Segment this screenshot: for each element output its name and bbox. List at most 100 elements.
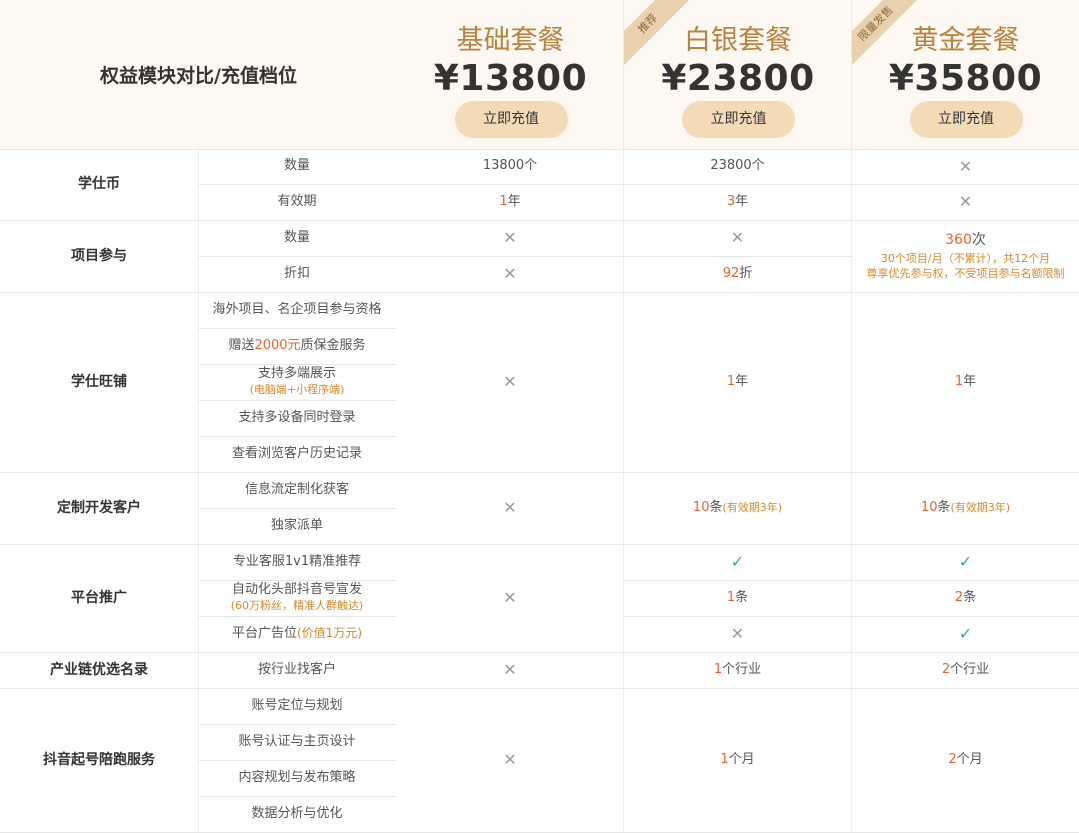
silver-promo-3: ✕ xyxy=(624,616,851,652)
feature-highlight: 2000元 xyxy=(254,337,301,353)
value-number: 1 xyxy=(720,751,729,767)
silver-coin-qty: 23800个 xyxy=(710,158,765,174)
basic-chain: ✕ xyxy=(397,652,623,688)
feature-label: 专业客服1v1精准推荐 xyxy=(232,553,362,569)
value-number: 360 xyxy=(945,232,972,249)
feature-label: 有效期 xyxy=(277,193,317,209)
comparison-title: 权益模块对比/充值档位 xyxy=(100,65,297,87)
gold-promo-3: ✓ xyxy=(852,616,1079,652)
category-project: 项目参与 xyxy=(71,247,127,264)
feature-label: 数量 xyxy=(283,229,310,245)
gold-promo-1: ✓ xyxy=(852,544,1079,580)
cross-icon: ✕ xyxy=(958,156,973,176)
feature-note: (价值1万元) xyxy=(297,626,362,641)
cross-icon: ✕ xyxy=(503,750,517,769)
recharge-button-gold[interactable]: 立即充值 xyxy=(909,101,1023,138)
gold-chain: 2 个行业 xyxy=(852,652,1079,688)
recharge-button-basic[interactable]: 立即充值 xyxy=(454,101,568,138)
plan-price: ¥13800 xyxy=(433,58,588,99)
category-custom: 定制开发客户 xyxy=(57,499,141,516)
feature-note: (60万粉丝，精准人群触达) xyxy=(230,599,364,613)
basic-proj-qty: ✕ xyxy=(397,220,623,256)
feature-text: 质保金服务 xyxy=(300,337,366,353)
value-unit: 个月 xyxy=(956,751,983,767)
feature-label: 自动化头部抖音号宣发 (60万粉丝，精准人群触达) xyxy=(198,580,396,616)
value-number: 1 xyxy=(726,589,736,605)
value-note: 30个项目/月（不累计），共12个月 xyxy=(880,252,1051,266)
check-icon: ✓ xyxy=(730,552,745,571)
value-unit: 个行业 xyxy=(950,661,990,677)
category-douyin: 抖音起号陪跑服务 xyxy=(43,751,155,768)
feature-label: 账号认证与主页设计 xyxy=(238,733,356,749)
feature-text: 自动化头部抖音号宣发 xyxy=(231,582,362,598)
value-unit: 年 xyxy=(735,193,749,209)
feature-label: 海外项目、名企项目参与资格 xyxy=(212,301,382,317)
silver-shop: 1年 xyxy=(624,292,851,472)
plan-name: 白银套餐 xyxy=(684,25,792,56)
check-icon: ✓ xyxy=(958,624,973,643)
feature-label: 信息流定制化获客 xyxy=(244,481,349,497)
silver-proj-qty: ✕ xyxy=(624,220,851,256)
value-note: (有效期3年) xyxy=(722,500,783,514)
feature-label: 数量 xyxy=(283,158,310,174)
feature-label: 折扣 xyxy=(283,265,310,281)
cross-icon: ✕ xyxy=(730,228,745,247)
plan-basic: 基础套餐 ¥13800 立即充值 xyxy=(397,0,624,149)
feature-text: 平台广告位 xyxy=(231,625,297,641)
feature-label: 支持多设备同时登录 xyxy=(238,409,356,425)
value-number: 1 xyxy=(726,373,736,389)
value-number: 2 xyxy=(948,751,957,767)
value-unit: 次 xyxy=(971,232,986,249)
feature-label: 支持多端展示 (电脑端+小程序端) xyxy=(198,364,396,400)
basic-promo: ✕ xyxy=(397,544,623,652)
feature-label: 赠送 2000元 质保金服务 xyxy=(198,328,396,364)
feature-label: 数据分析与优化 xyxy=(251,805,343,821)
basic-coin-valid: 1年 xyxy=(397,184,623,220)
silver-proj-discount: 92 折 xyxy=(624,256,851,292)
cross-icon: ✕ xyxy=(503,264,517,283)
cross-icon: ✕ xyxy=(958,192,973,211)
feature-label: 账号定位与规划 xyxy=(251,697,343,713)
value-unit: 条 xyxy=(963,589,977,605)
cross-icon: ✕ xyxy=(503,588,517,607)
recharge-button-silver[interactable]: 立即充值 xyxy=(682,101,795,138)
value-unit: 条 xyxy=(735,589,749,605)
basic-coin-qty: 13800个 xyxy=(482,158,538,174)
value-unit: 年 xyxy=(735,373,749,389)
check-icon: ✓ xyxy=(958,552,973,571)
gold-coin-qty: ✕ xyxy=(852,149,1079,184)
gold-douyin: 2 个月 xyxy=(852,688,1079,832)
value-unit: 条 xyxy=(709,499,723,515)
value-number: 1 xyxy=(954,373,964,389)
plans-header: 权益模块对比/充值档位 基础套餐 ¥13800 立即充值 推荐 白银套餐 ¥23… xyxy=(0,0,1079,149)
gold-coin-valid: ✕ xyxy=(852,184,1079,220)
basic-shop: ✕ xyxy=(397,292,623,472)
silver-douyin: 1 个月 xyxy=(624,688,851,832)
value-unit: 个月 xyxy=(728,751,755,767)
value-number: 2 xyxy=(954,589,964,605)
feature-note: (电脑端+小程序端) xyxy=(249,383,345,397)
value-unit: 折 xyxy=(739,265,753,281)
silver-promo-2: 1条 xyxy=(624,580,851,616)
cross-icon: ✕ xyxy=(503,372,517,391)
basic-proj-discount: ✕ xyxy=(397,256,623,292)
value-number: 1 xyxy=(713,661,723,677)
silver-coin-valid: 3年 xyxy=(624,184,851,220)
gold-promo-2: 2条 xyxy=(852,580,1079,616)
value-note: 尊享优先参与权，不受项目参与名额限制 xyxy=(866,266,1065,280)
cross-icon: ✕ xyxy=(503,660,517,679)
gold-proj-count: 360次 xyxy=(945,231,986,249)
plan-gold: 限量发售 黄金套餐 ¥35800 立即充值 xyxy=(852,0,1079,149)
category-coin: 学仕币 xyxy=(78,176,120,193)
category-shop: 学仕旺铺 xyxy=(71,373,127,390)
value-unit: 个行业 xyxy=(722,661,762,677)
plan-name: 基础套餐 xyxy=(456,25,565,56)
feature-text: 赠送 xyxy=(228,337,255,353)
silver-chain: 1 个行业 xyxy=(624,652,851,688)
feature-label: 独家派单 xyxy=(270,517,323,533)
cross-icon: ✕ xyxy=(503,228,517,247)
value-number: 2 xyxy=(941,661,951,677)
category-chain: 产业链优选名录 xyxy=(50,661,148,678)
cross-icon: ✕ xyxy=(730,624,745,643)
feature-text: 支持多端展示 xyxy=(257,366,336,382)
